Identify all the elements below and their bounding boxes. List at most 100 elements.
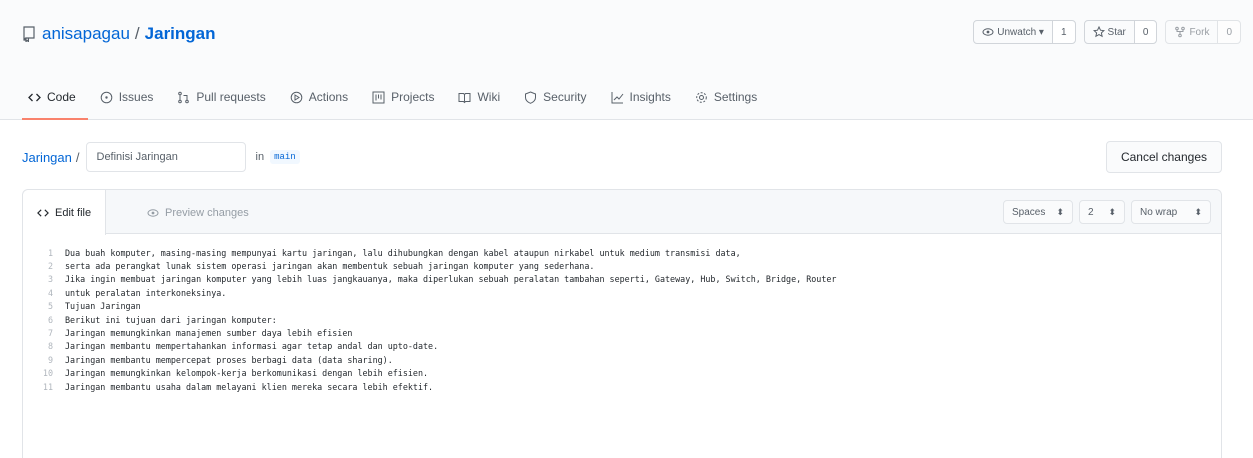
tab-projects-label: Projects [391,90,435,104]
repo-title: anisapagau / Jaringan [22,22,216,46]
tab-code-label: Code [47,90,76,104]
code-icon [28,93,41,101]
tab-edit-file-label: Edit file [55,206,92,219]
star-label: Star [1107,26,1126,38]
repo-separator: / [134,24,140,43]
repo-owner-link[interactable]: anisapagau [42,24,130,44]
code-icon [37,208,49,217]
select-arrows-icon: ⬍ [1056,206,1064,217]
indent-mode-value: Spaces [1012,206,1046,218]
tab-wiki-label: Wiki [477,90,501,104]
cancel-changes-button[interactable]: Cancel changes [1105,141,1222,173]
code-line: 9 Jaringan membantu mempercepat proses be… [23,353,1221,366]
star-button-group: Star 0 [1083,20,1158,44]
repo-actions: Unwatch ▾ 1 Star 0 Fork 0 [973,20,1241,44]
line-text: serta ada perangkat lunak sistem operasi… [65,261,595,272]
code-line: 5 Tujuan Jaringan [23,300,1221,313]
filename-input[interactable]: Definisi Jaringan [85,142,246,172]
code-editor-textarea[interactable]: 1 Dua buah komputer, masing-masing mempun… [23,246,1221,393]
file-path-bar: Jaringan / Definisi Jaringan in main Can… [22,141,1222,173]
line-number: 3 [47,274,53,285]
line-text: untuk peralatan interkoneksinya. [65,287,227,298]
tab-insights[interactable]: Insights [599,74,683,120]
watch-button[interactable]: Unwatch ▾ [974,21,1053,43]
line-number: 5 [47,301,53,312]
tab-preview-changes-label: Preview changes [165,206,249,219]
repo-name-link[interactable]: Jaringan [145,24,216,44]
code-line: 2 serta ada perangkat lunak sistem operas… [23,259,1221,272]
breadcrumb-repo-link[interactable]: Jaringan [22,150,72,165]
line-number: 2 [47,261,53,272]
in-label: in [255,151,265,163]
fork-count[interactable]: 0 [1218,21,1240,43]
repo-nav-tabs: Code Issues Pull requests Actions Projec… [22,74,769,120]
select-arrows-icon: ⬍ [1108,206,1116,217]
play-icon [290,91,303,103]
tab-pull-requests-label: Pull requests [196,90,266,104]
tab-actions[interactable]: Actions [278,74,360,120]
line-number: 11 [42,381,53,392]
editor-options: Spaces ⬍ 2 ⬍ No wrap ⬍ [1003,200,1211,224]
fork-button[interactable]: Fork [1166,21,1219,43]
line-number: 10 [42,368,53,379]
watch-button-group: Unwatch ▾ 1 [973,20,1076,44]
watch-label: Unwatch ▾ [997,26,1044,38]
code-line: 1 Dua buah komputer, masing-masing mempun… [23,246,1221,259]
tab-pull-requests[interactable]: Pull requests [165,74,277,120]
line-text: Jaringan memungkinkan manajemen sumber d… [65,328,353,339]
fork-button-group: Fork 0 [1165,20,1241,44]
line-wrap-value: No wrap [1140,206,1178,218]
code-line: 4 untuk peralatan interkoneksinya. [23,286,1221,299]
line-text: Berikut ini tujuan dari jaringan kompute… [65,314,277,325]
shield-icon [525,90,537,104]
line-text: Jaringan membantu usaha dalam melayani k… [65,381,434,392]
tab-security[interactable]: Security [512,74,598,120]
watch-count[interactable]: 1 [1052,21,1075,43]
star-icon [1092,26,1105,38]
tab-projects[interactable]: Projects [360,74,446,120]
fork-label: Fork [1189,26,1210,38]
issue-icon [100,91,112,103]
file-editor: Edit file Preview changes Spaces ⬍ 2 ⬍ N… [22,189,1222,458]
tab-insights-label: Insights [629,90,671,104]
line-number: 7 [47,328,53,339]
tab-issues-label: Issues [118,90,154,104]
tab-preview-changes[interactable]: Preview changes [147,190,249,235]
code-line: 6 Berikut ini tujuan dari jaringan komput… [23,313,1221,326]
code-line: 8 Jaringan membantu mempertahankan inform… [23,340,1221,353]
indent-size-select[interactable]: 2 ⬍ [1079,200,1125,224]
line-text: Jika ingin membuat jaringan komputer yan… [65,274,837,285]
code-line: 3 Jika ingin membuat jaringan komputer ya… [23,273,1221,286]
book-icon [458,92,471,103]
line-number: 4 [47,287,53,298]
graph-icon [611,91,623,103]
tab-code[interactable]: Code [22,74,88,120]
line-text: Jaringan membantu mempertahankan informa… [65,341,439,352]
line-text: Dua buah komputer, masing-masing mempuny… [65,247,741,258]
indent-mode-select[interactable]: Spaces ⬍ [1003,200,1073,224]
pull-request-icon [178,91,190,103]
indent-size-value: 2 [1088,206,1094,218]
tab-actions-label: Actions [308,90,349,104]
branch-name: main [270,150,300,164]
line-number: 6 [47,314,53,325]
line-number: 8 [47,341,53,352]
tab-wiki[interactable]: Wiki [446,74,512,120]
eye-icon [982,28,994,36]
tab-settings[interactable]: Settings [683,74,769,120]
project-icon [372,91,385,103]
line-wrap-select[interactable]: No wrap ⬍ [1131,200,1211,224]
code-line: 11 Jaringan membantu usaha dalam melayani… [23,380,1221,393]
gear-icon [696,91,707,103]
tab-security-label: Security [543,90,587,104]
fork-icon [1175,26,1186,38]
tab-issues[interactable]: Issues [88,74,166,120]
select-arrows-icon: ⬍ [1194,206,1202,217]
star-button[interactable]: Star [1085,21,1135,43]
tab-edit-file[interactable]: Edit file [23,190,107,235]
eye-icon [147,208,159,217]
code-line: 10 Jaringan memungkinkan kelompok-kerja b… [23,367,1221,380]
star-count[interactable]: 0 [1134,21,1157,43]
editor-header: Edit file Preview changes Spaces ⬍ 2 ⬍ N… [23,190,1221,235]
line-text: Jaringan membantu mempercepat proses ber… [65,354,393,365]
